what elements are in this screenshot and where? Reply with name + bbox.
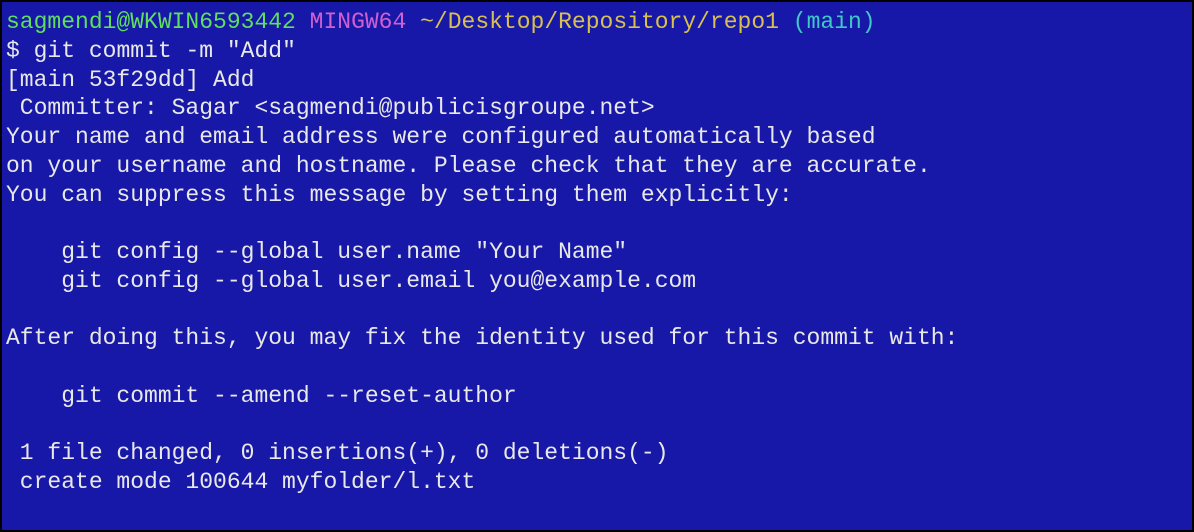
command-line: $ git commit -m "Add" xyxy=(6,38,296,64)
terminal-window[interactable]: sagmendi@WKWIN6593442 MINGW64 ~/Desktop/… xyxy=(0,0,1194,532)
prompt-symbol: $ xyxy=(6,38,20,64)
output-line: git config --global user.email you@examp… xyxy=(6,268,696,294)
mingw-label: MINGW64 xyxy=(310,9,407,35)
output-line: You can suppress this message by setting… xyxy=(6,182,793,208)
output-line: git config --global user.name "Your Name… xyxy=(6,239,627,265)
output-line: Committer: Sagar <sagmendi@publicisgroup… xyxy=(6,95,655,121)
command-text: git commit -m "Add" xyxy=(34,38,296,64)
output-line: [main 53f29dd] Add xyxy=(6,67,254,93)
output-line: After doing this, you may fix the identi… xyxy=(6,325,958,351)
user-host: sagmendi@WKWIN6593442 xyxy=(6,9,296,35)
output-line: on your username and hostname. Please ch… xyxy=(6,153,931,179)
output-line: create mode 100644 myfolder/l.txt xyxy=(6,469,475,495)
cwd-path: ~/Desktop/Repository/repo1 xyxy=(420,9,779,35)
output-line: Your name and email address were configu… xyxy=(6,124,876,150)
prompt-line: sagmendi@WKWIN6593442 MINGW64 ~/Desktop/… xyxy=(6,9,876,35)
output-line: 1 file changed, 0 insertions(+), 0 delet… xyxy=(6,440,669,466)
output-line: git commit --amend --reset-author xyxy=(6,383,517,409)
git-branch: (main) xyxy=(793,9,876,35)
